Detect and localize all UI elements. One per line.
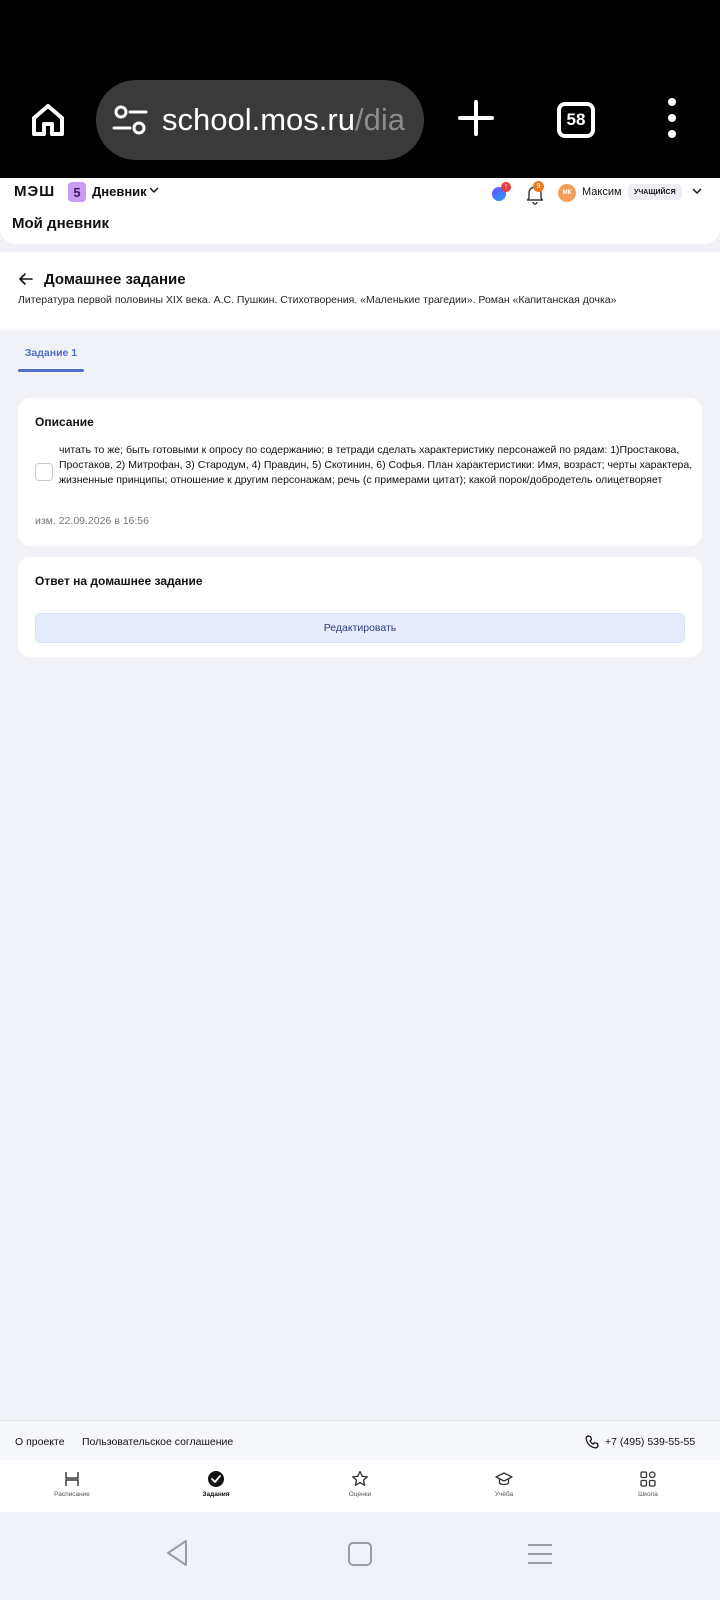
bottom-navigation: Расписание Задания Оценки Учёба Школа <box>0 1460 720 1512</box>
homework-header: Домашнее задание Литература первой полов… <box>0 252 720 330</box>
notifications-count-badge: 9 <box>533 181 544 192</box>
assistant-button[interactable]: ! <box>490 182 511 202</box>
about-link[interactable]: О проекте <box>15 1436 65 1448</box>
browser-address-bar[interactable]: school.mos.ru/dia <box>96 80 424 160</box>
edited-timestamp: изм. 22.09.2026 в 16:56 <box>35 515 149 527</box>
assistant-alert-badge: ! <box>501 182 511 192</box>
browser-toolbar: school.mos.ru/dia 58 <box>0 0 720 178</box>
nav-schedule-label: Расписание <box>54 1491 90 1498</box>
system-home-icon[interactable] <box>348 1542 372 1566</box>
edit-answer-button[interactable]: Редактировать <box>35 613 685 643</box>
user-name[interactable]: Максим <box>582 186 622 198</box>
tabs-counter-button[interactable]: 58 <box>557 102 595 138</box>
mesh-logo[interactable]: МЭШ <box>14 183 55 200</box>
system-recents-icon[interactable] <box>528 1542 552 1566</box>
schedule-icon <box>65 1472 79 1486</box>
more-vertical-icon[interactable] <box>660 98 684 138</box>
nav-tasks-label: Задания <box>202 1491 230 1498</box>
support-phone-link[interactable]: +7 (495) 539-55-55 <box>605 1436 695 1448</box>
app-badge: 5 <box>68 182 86 202</box>
nav-grades-label: Оценки <box>348 1491 372 1498</box>
chevron-down-icon[interactable] <box>692 186 702 196</box>
system-back-icon[interactable] <box>164 1538 190 1568</box>
nav-school-label: Школа <box>638 1491 658 1498</box>
site-header: МЭШ 5 Дневник ! 9 МК Максим УЧАЩИЙСЯ Мой… <box>0 178 720 244</box>
answer-card: Ответ на домашнее задание Редактировать <box>18 557 702 657</box>
notifications-button[interactable]: 9 <box>524 181 546 205</box>
nav-tasks[interactable]: Задания <box>144 1460 288 1512</box>
homework-subject: Литература первой половины XIX века. А.С… <box>18 294 617 306</box>
url-text: school.mos.ru/dia <box>162 102 405 138</box>
homework-title: Домашнее задание <box>44 271 186 288</box>
new-tab-plus-icon[interactable] <box>456 98 496 138</box>
agreement-link[interactable]: Пользовательское соглашение <box>82 1436 233 1448</box>
description-card: Описание читать то же; быть готовыми к о… <box>18 398 702 546</box>
tasks-check-icon <box>208 1471 224 1487</box>
nav-study[interactable]: Учёба <box>432 1460 576 1512</box>
done-checkbox[interactable] <box>35 463 53 481</box>
app-switcher[interactable]: Дневник <box>92 184 147 199</box>
graduation-cap-icon <box>495 1472 513 1486</box>
site-settings-icon[interactable] <box>112 102 148 138</box>
star-icon <box>352 1470 368 1486</box>
home-icon <box>32 104 64 136</box>
nav-study-label: Учёба <box>494 1491 514 1498</box>
tab-assignment-1[interactable]: Задание 1 <box>18 344 84 372</box>
nav-grades[interactable]: Оценки <box>288 1460 432 1512</box>
phone-icon <box>585 1435 599 1449</box>
nav-schedule[interactable]: Расписание <box>0 1460 144 1512</box>
description-title: Описание <box>35 415 94 429</box>
role-badge: УЧАЩИЙСЯ <box>628 184 682 200</box>
chevron-down-icon[interactable] <box>149 185 159 195</box>
url-path: /dia <box>354 102 405 137</box>
url-domain: school.mos.ru <box>162 102 355 137</box>
avatar[interactable]: МК <box>558 184 576 202</box>
arrow-left-icon[interactable] <box>18 271 34 287</box>
answer-title: Ответ на домашнее задание <box>35 574 203 588</box>
browser-home-button[interactable] <box>24 96 72 144</box>
page-title: Мой дневник <box>12 215 109 232</box>
nav-school[interactable]: Школа <box>576 1460 720 1512</box>
site-footer: О проекте Пользовательское соглашение +7… <box>0 1420 720 1460</box>
grid-apps-icon <box>640 1471 656 1487</box>
system-navigation-bar <box>0 1512 720 1600</box>
description-text: читать то же; быть готовыми к опросу по … <box>59 444 693 486</box>
